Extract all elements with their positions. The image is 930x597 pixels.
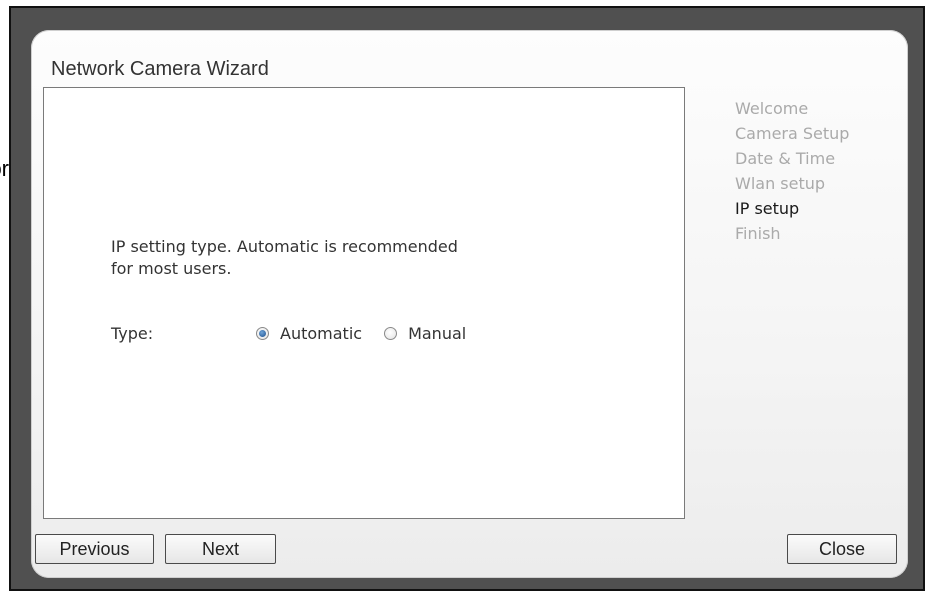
description-line-2: for most users.: [111, 259, 232, 278]
wizard-dialog: Network Camera Wizard IP setting type. A…: [31, 30, 908, 578]
radio-automatic[interactable]: [256, 326, 269, 340]
content-panel: IP setting type. Automatic is recommende…: [43, 87, 685, 519]
step-date-time: Date & Time: [735, 149, 836, 168]
type-label: Type:: [111, 323, 154, 343]
radio-manual-label: Manual: [408, 323, 467, 343]
radio-option-automatic[interactable]: Automatic: [256, 324, 362, 343]
wizard-steps: Welcome Camera Setup Date & Time Wlan se…: [735, 96, 849, 246]
radio-option-manual[interactable]: Manual: [384, 324, 466, 343]
ip-setting-description: IP setting type. Automatic is recommende…: [111, 236, 591, 280]
description-line-1: IP setting type. Automatic is recommende…: [111, 237, 458, 256]
next-button[interactable]: Next: [165, 534, 276, 564]
dialog-title: Network Camera Wizard: [51, 58, 269, 80]
screen: or Network Camera Wizard IP setting type…: [0, 0, 930, 597]
step-finish: Finish: [735, 224, 781, 243]
background-partial-text: or: [0, 156, 9, 181]
ip-type-row: Type: Automatic Manual: [111, 321, 488, 345]
radio-manual[interactable]: [384, 326, 398, 340]
close-button[interactable]: Close: [787, 534, 897, 564]
step-welcome: Welcome: [735, 99, 809, 118]
radio-automatic-label: Automatic: [280, 323, 363, 343]
previous-button[interactable]: Previous: [35, 534, 154, 564]
step-wlan-setup: Wlan setup: [735, 174, 826, 193]
step-ip-setup: IP setup: [735, 199, 800, 218]
step-camera-setup: Camera Setup: [735, 124, 850, 143]
